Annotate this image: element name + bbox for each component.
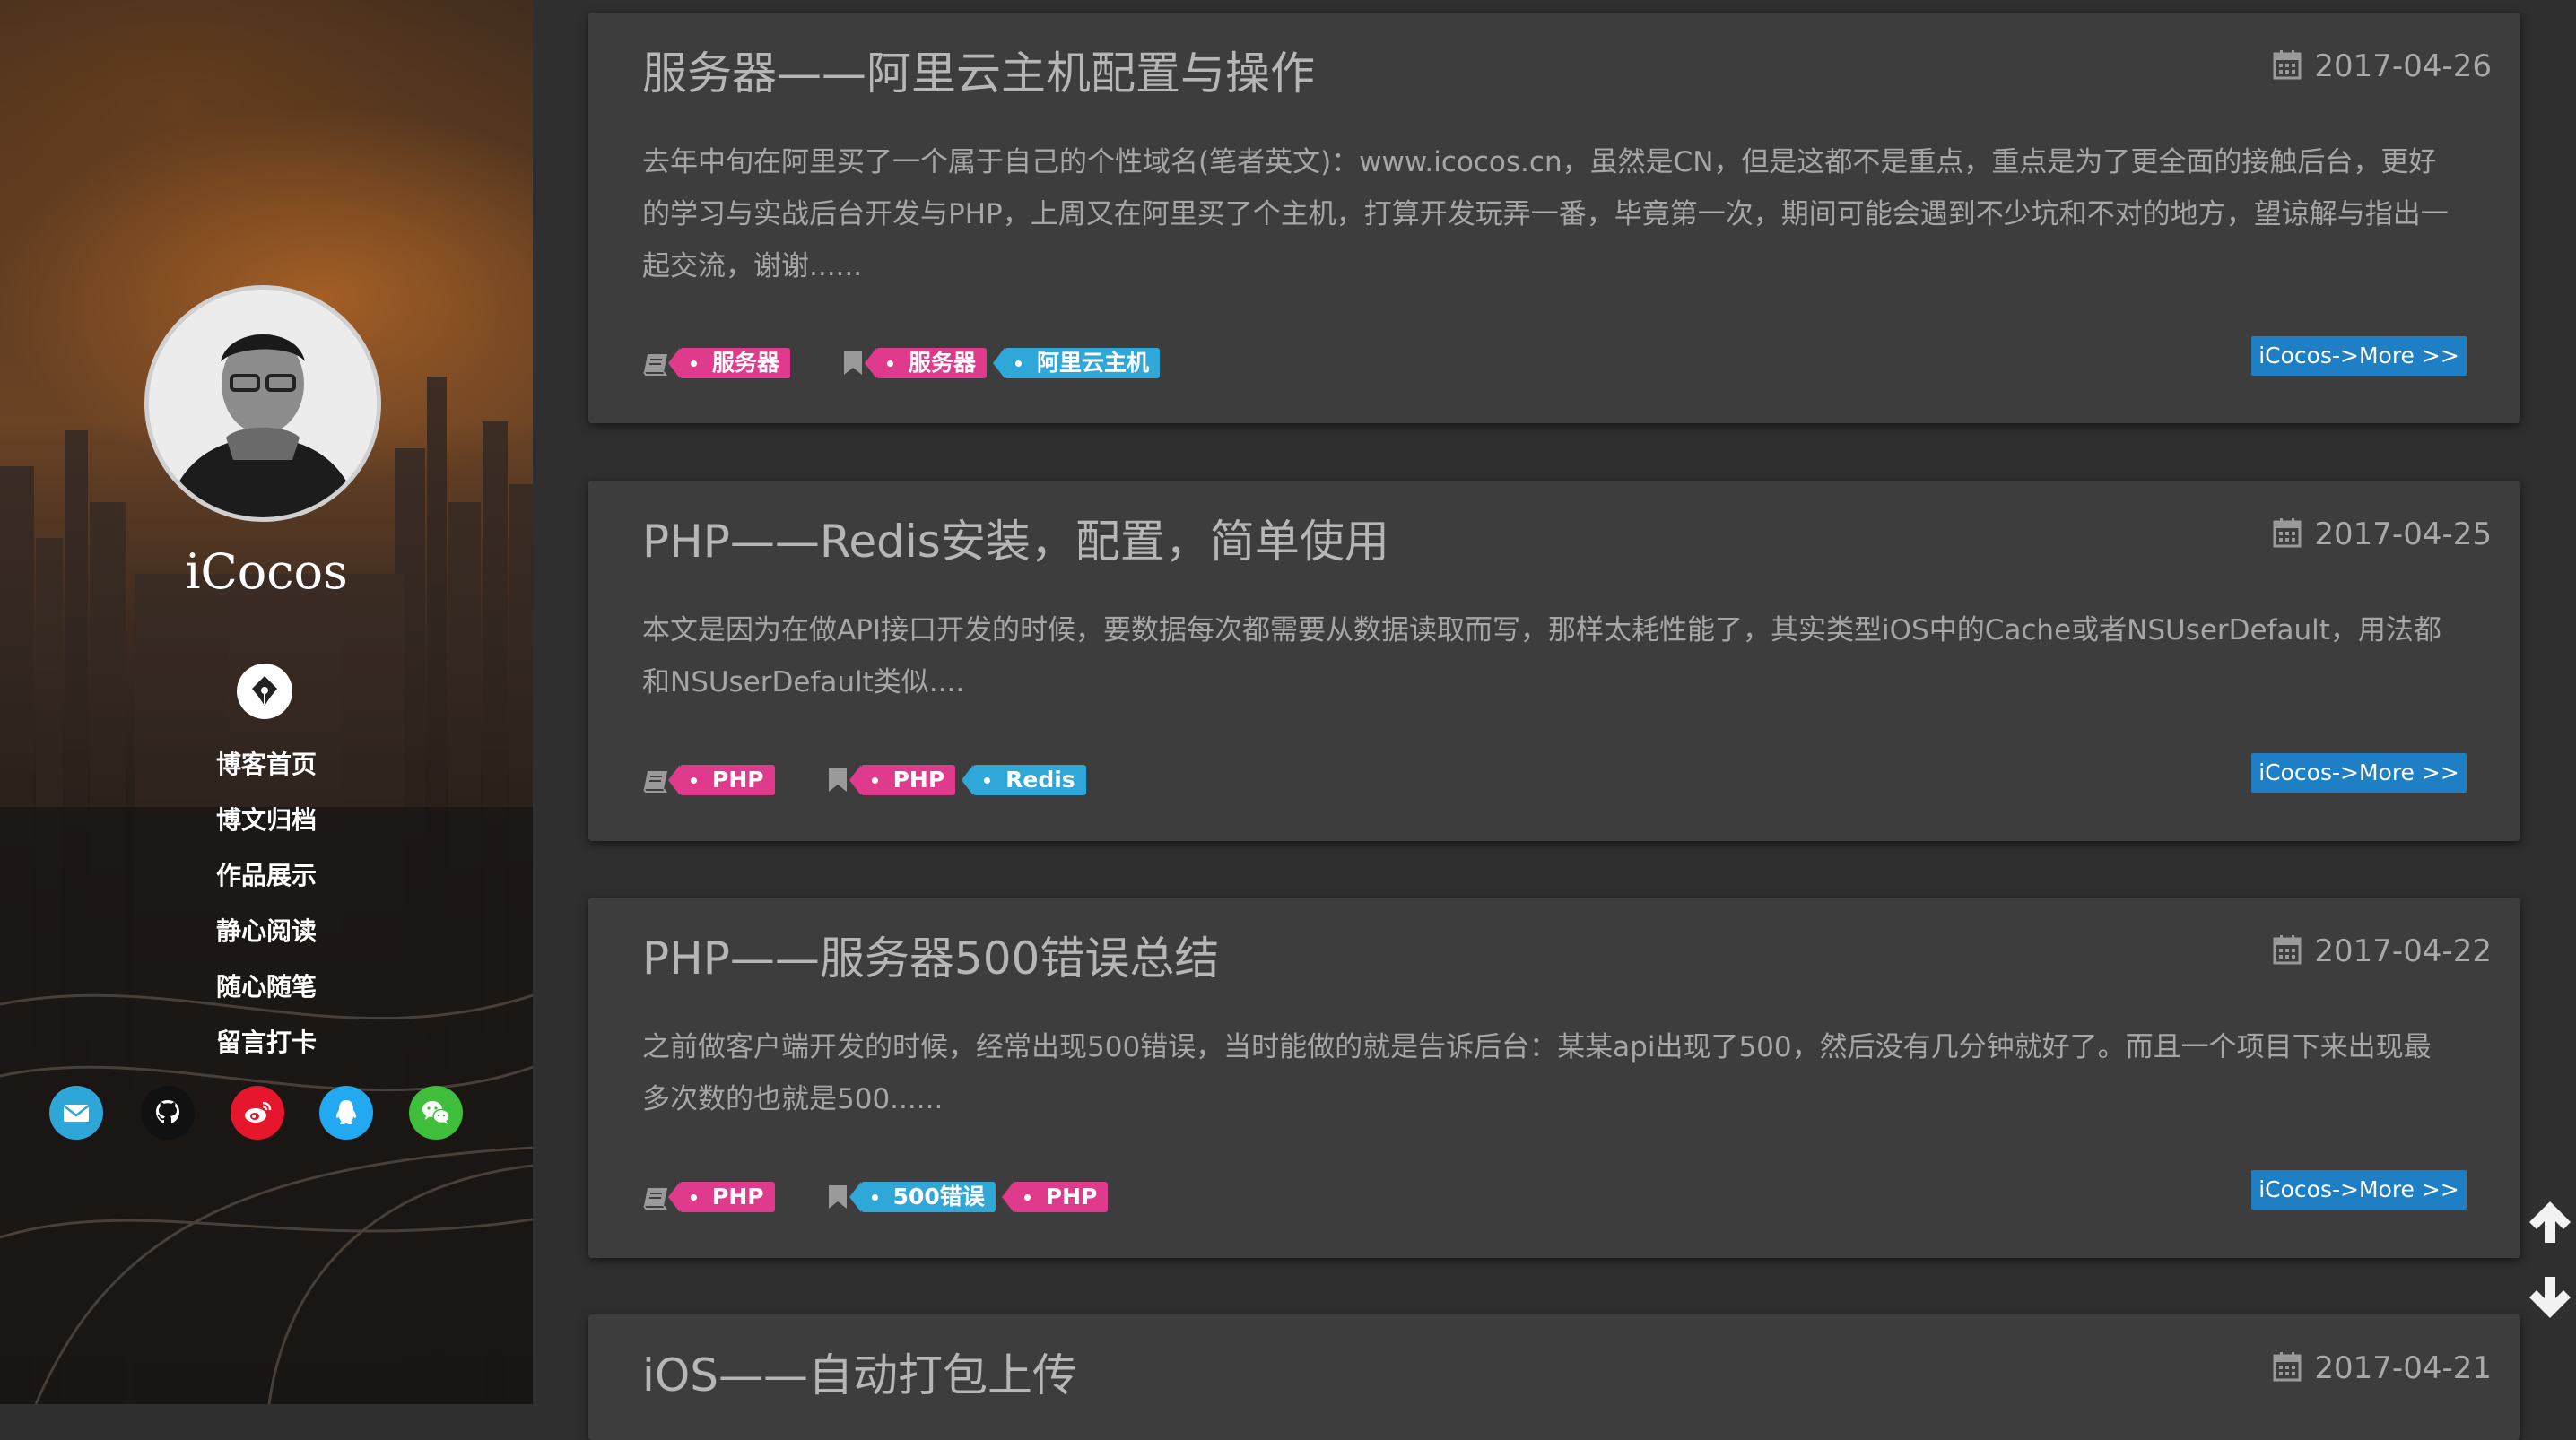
post-date-text: 2017-04-26 [2314,48,2492,84]
read-more-button[interactable]: iCocos->More >> [2251,336,2467,376]
social-weibo-button[interactable] [231,1086,284,1140]
book-icon [643,354,667,376]
book-icon [643,1188,667,1210]
calendar-icon [2273,50,2302,80]
nav-item-archive[interactable]: 博文归档 [0,793,533,848]
post-title[interactable]: iOS——自动打包上传 [642,1340,1077,1404]
social-github-button[interactable] [141,1086,195,1140]
post-category-tag[interactable]: 服务器 [667,348,791,378]
nav-item-reading[interactable]: 静心阅读 [0,904,533,959]
post-tag[interactable]: 阿里云主机 [993,348,1161,378]
sidebar-nav: 博客首页 博文归档 作品展示 静心阅读 随心随笔 留言打卡 [0,737,533,1071]
post-date-text: 2017-04-25 [2314,516,2492,552]
avatar-photo [149,290,377,517]
post-category-tag[interactable]: PHP [668,765,775,795]
bookmark-icon [844,351,863,375]
post-meta: PHP 500错误 PHP [642,1179,1126,1215]
post-meta: PHP PHP Redis [642,762,1104,798]
post-category-tag[interactable]: PHP [668,1182,775,1212]
nav-item-guestbook[interactable]: 留言打卡 [0,1015,533,1071]
post-excerpt: 去年中旬在阿里买了一个属于自己的个性域名(笔者英文)：www.icocos.cn… [642,146,2449,282]
book-icon [643,771,667,793]
post-title[interactable]: 服务器——阿里云主机配置与操作 [642,38,1315,102]
github-icon [156,1100,179,1123]
post-tag[interactable]: PHP [849,765,956,795]
post-date: 2017-04-21 [2273,1350,2492,1386]
post-tag[interactable]: 服务器 [865,348,988,378]
weibo-icon [245,1101,272,1123]
post-excerpt: 之前做客户端开发的时候，经常出现500错误，当时能做的就是告诉后台：某某api出… [642,1031,2432,1115]
post-date: 2017-04-26 [2273,48,2492,84]
wechat-icon [422,1101,450,1124]
post-excerpt: 本文是因为在做API接口开发的时候，要数据每次都需要从数据读取而写，那样太耗性能… [642,614,2441,698]
site-name[interactable]: iCocos [0,543,533,600]
scroll-to-bottom-button[interactable] [2526,1273,2574,1322]
post-tag[interactable]: Redis [962,765,1086,795]
post-date: 2017-04-25 [2273,516,2492,552]
post-date-text: 2017-04-22 [2314,933,2492,969]
read-more-button[interactable]: iCocos->More >> [2251,1170,2467,1210]
social-mail-button[interactable] [49,1086,103,1140]
post-title[interactable]: PHP——Redis安装，配置，简单使用 [642,506,1389,570]
pen-nib-icon [252,676,277,706]
arrow-down-icon [2529,1277,2571,1318]
mail-icon [63,1105,90,1122]
post-card: PHP——Redis安装，配置，简单使用 2017-04-25 本文是因为在做A… [588,481,2520,841]
site-logo-badge[interactable] [237,664,292,719]
bookmark-icon [828,1185,847,1209]
post-meta: 服务器 服务器 阿里云主机 [642,345,1178,381]
calendar-icon [2273,518,2302,548]
social-wechat-button[interactable] [409,1086,463,1140]
avatar[interactable] [144,285,381,522]
arrow-up-icon [2529,1201,2571,1243]
post-card: PHP——服务器500错误总结 2017-04-22 之前做客户端开发的时候，经… [588,898,2520,1258]
post-date-text: 2017-04-21 [2314,1350,2492,1386]
post-date: 2017-04-22 [2273,933,2492,969]
bookmark-icon [828,768,847,792]
post-tag[interactable]: 500错误 [849,1182,996,1212]
calendar-icon [2273,1352,2302,1382]
read-more-button[interactable]: iCocos->More >> [2251,753,2467,793]
post-card: 服务器——阿里云主机配置与操作 2017-04-26 去年中旬在阿里买了一个属于… [588,13,2520,423]
qq-icon [335,1100,357,1124]
post-tag[interactable]: PHP [1001,1182,1109,1212]
sidebar: iCocos 博客首页 博文归档 作品展示 静心阅读 随心随笔 留言打卡 [0,0,533,1404]
nav-item-home[interactable]: 博客首页 [0,737,533,793]
scroll-to-top-button[interactable] [2526,1198,2574,1246]
social-qq-button[interactable] [319,1086,373,1140]
post-title[interactable]: PHP——服务器500错误总结 [642,923,1219,987]
nav-item-works[interactable]: 作品展示 [0,848,533,904]
post-card: iOS——自动打包上传 2017-04-21 [588,1314,2520,1440]
calendar-icon [2273,935,2302,965]
nav-item-essays[interactable]: 随心随笔 [0,959,533,1015]
